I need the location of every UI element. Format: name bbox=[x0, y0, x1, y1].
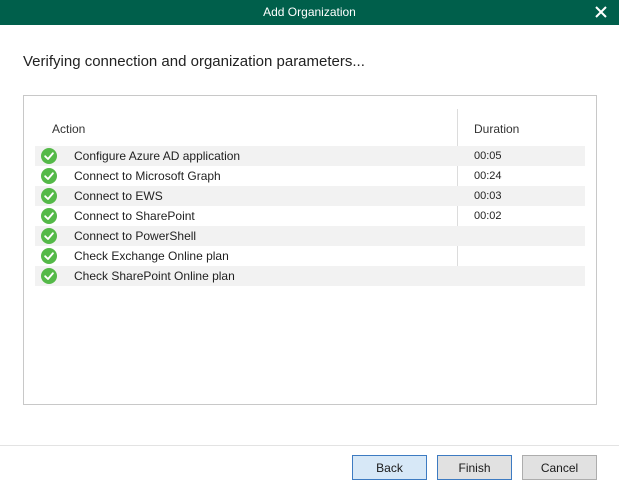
finish-button[interactable]: Finish bbox=[437, 455, 512, 480]
success-check-icon bbox=[41, 268, 57, 284]
table-row[interactable]: Connect to PowerShell bbox=[35, 226, 585, 246]
duration-value: 00:24 bbox=[474, 170, 502, 182]
success-check-icon bbox=[41, 248, 57, 264]
action-label: Connect to Microsoft Graph bbox=[74, 169, 221, 183]
action-label: Configure Azure AD application bbox=[74, 149, 241, 163]
action-label: Connect to PowerShell bbox=[74, 229, 197, 243]
table-row[interactable]: Check Exchange Online plan bbox=[35, 246, 585, 266]
duration-value: 00:02 bbox=[474, 210, 502, 222]
table-row[interactable]: Configure Azure AD application 00:05 bbox=[35, 146, 585, 166]
duration-value: 00:03 bbox=[474, 190, 502, 202]
success-check-icon bbox=[41, 168, 57, 184]
success-check-icon bbox=[41, 208, 57, 224]
title-bar: Add Organization bbox=[0, 0, 619, 25]
table-row[interactable]: Check SharePoint Online plan bbox=[35, 266, 585, 286]
table-row[interactable]: Connect to Microsoft Graph 00:24 bbox=[35, 166, 585, 186]
table-row[interactable]: Connect to EWS 00:03 bbox=[35, 186, 585, 206]
window-title: Add Organization bbox=[263, 5, 356, 19]
action-label: Check SharePoint Online plan bbox=[74, 269, 235, 283]
duration-value: 00:05 bbox=[474, 150, 502, 162]
success-check-icon bbox=[41, 228, 57, 244]
action-label: Connect to SharePoint bbox=[74, 209, 195, 223]
cancel-button[interactable]: Cancel bbox=[522, 455, 597, 480]
action-label: Check Exchange Online plan bbox=[74, 249, 229, 263]
success-check-icon bbox=[41, 188, 57, 204]
column-header-duration[interactable]: Duration bbox=[474, 122, 519, 136]
footer-divider bbox=[0, 445, 619, 446]
table-rows: Configure Azure AD application 00:05 Con… bbox=[35, 146, 585, 286]
success-check-icon bbox=[41, 148, 57, 164]
action-label: Connect to EWS bbox=[74, 189, 163, 203]
column-header-action[interactable]: Action bbox=[52, 122, 85, 136]
page-heading: Verifying connection and organization pa… bbox=[23, 53, 365, 70]
table-row[interactable]: Connect to SharePoint 00:02 bbox=[35, 206, 585, 226]
close-icon[interactable] bbox=[591, 2, 611, 22]
actions-table: Action Duration Configure Azure AD appli… bbox=[23, 95, 597, 405]
back-button[interactable]: Back bbox=[352, 455, 427, 480]
